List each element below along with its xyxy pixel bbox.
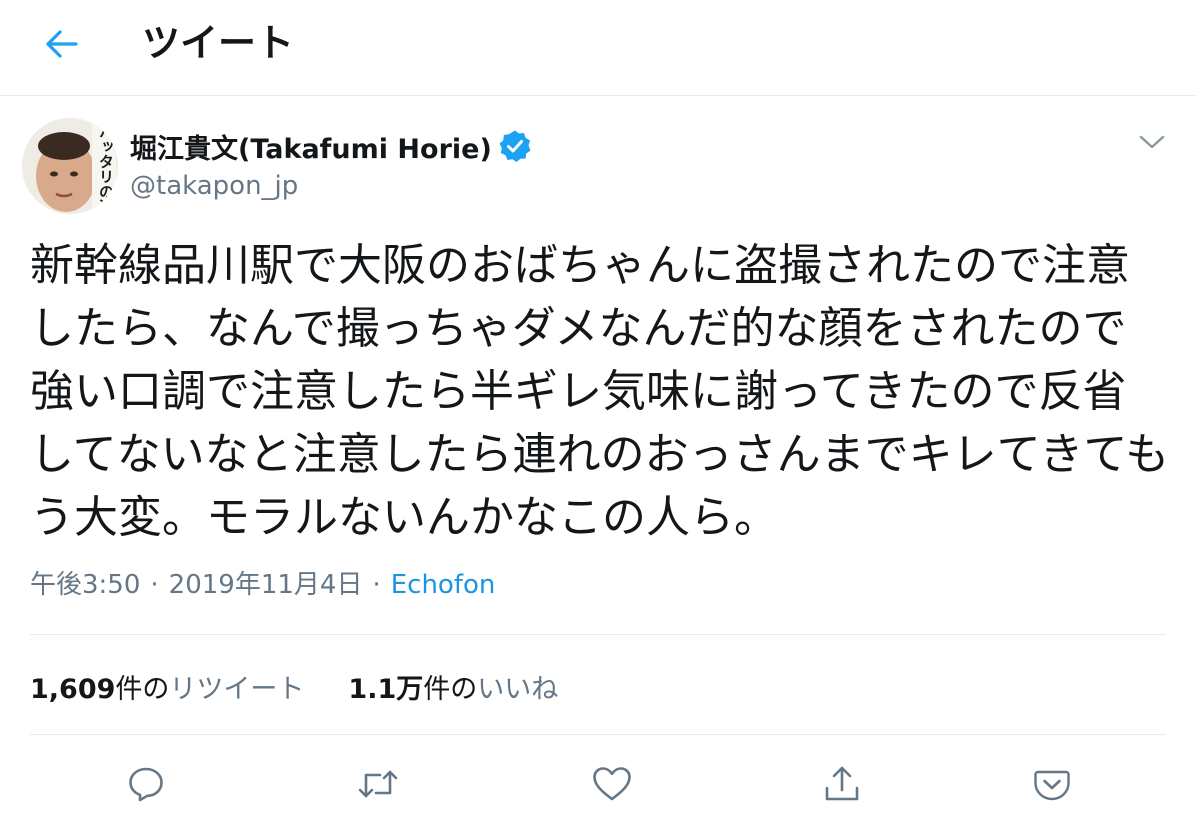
more-options-button[interactable] [1132, 124, 1172, 160]
divider [30, 634, 1166, 635]
top-bar: ツイート [0, 0, 1196, 96]
author-name-row[interactable]: 堀江貴文(Takafumi Horie) [130, 124, 532, 168]
author-handle[interactable]: @takapon_jp [130, 168, 298, 204]
like-button[interactable] [588, 760, 636, 808]
likes-stat[interactable]: 1.1万 件の いいね [348, 667, 558, 706]
avatar[interactable]: ハッタリの流 [22, 118, 118, 214]
divider [30, 734, 1166, 735]
share-icon [825, 766, 859, 801]
retweets-count: 1,609 [30, 673, 116, 705]
retweets-label: リツイート [169, 673, 305, 705]
tweet-date[interactable]: 2019年11月4日 [169, 570, 363, 600]
avatar-book-title: ハッタリの流 [97, 124, 115, 214]
likes-label: いいね [477, 673, 559, 705]
chevron-down-icon [1139, 135, 1165, 149]
pocket-icon [1034, 770, 1070, 801]
retweet-icon [358, 770, 398, 798]
retweet-button[interactable] [354, 760, 402, 808]
tweet-actions [0, 752, 1196, 812]
page-title: ツイート [142, 21, 295, 65]
back-button[interactable] [38, 22, 86, 66]
share-button[interactable] [818, 760, 866, 808]
tweet-meta: 午後3:50 · 2019年11月4日 · Echofon [30, 566, 495, 604]
tweet-source-link[interactable]: Echofon [391, 570, 496, 600]
retweets-stat[interactable]: 1,609 件の リツイート [30, 667, 304, 706]
heart-icon [593, 767, 631, 801]
verified-badge-icon [499, 130, 531, 162]
reply-icon [129, 767, 163, 802]
author-name[interactable]: 堀江貴文(Takafumi Horie) [130, 127, 492, 166]
likes-unit: 件の [423, 673, 478, 705]
pocket-button[interactable] [1028, 760, 1076, 808]
arrow-left-icon [46, 30, 78, 58]
retweets-unit: 件の [115, 673, 170, 705]
meta-separator: · [372, 570, 381, 600]
tweet-time[interactable]: 午後3:50 [30, 570, 140, 600]
meta-separator: · [150, 570, 159, 600]
reply-button[interactable] [122, 760, 170, 808]
tweet-stats: 1,609 件の リツイート 1.1万 件の いいね [30, 664, 602, 708]
tweet-text: 新幹線品川駅で大阪のおばちゃんに盗撮されたので注意したら、なんで撮っちゃダメなん… [30, 240, 1170, 543]
likes-count: 1.1万 [348, 673, 424, 705]
